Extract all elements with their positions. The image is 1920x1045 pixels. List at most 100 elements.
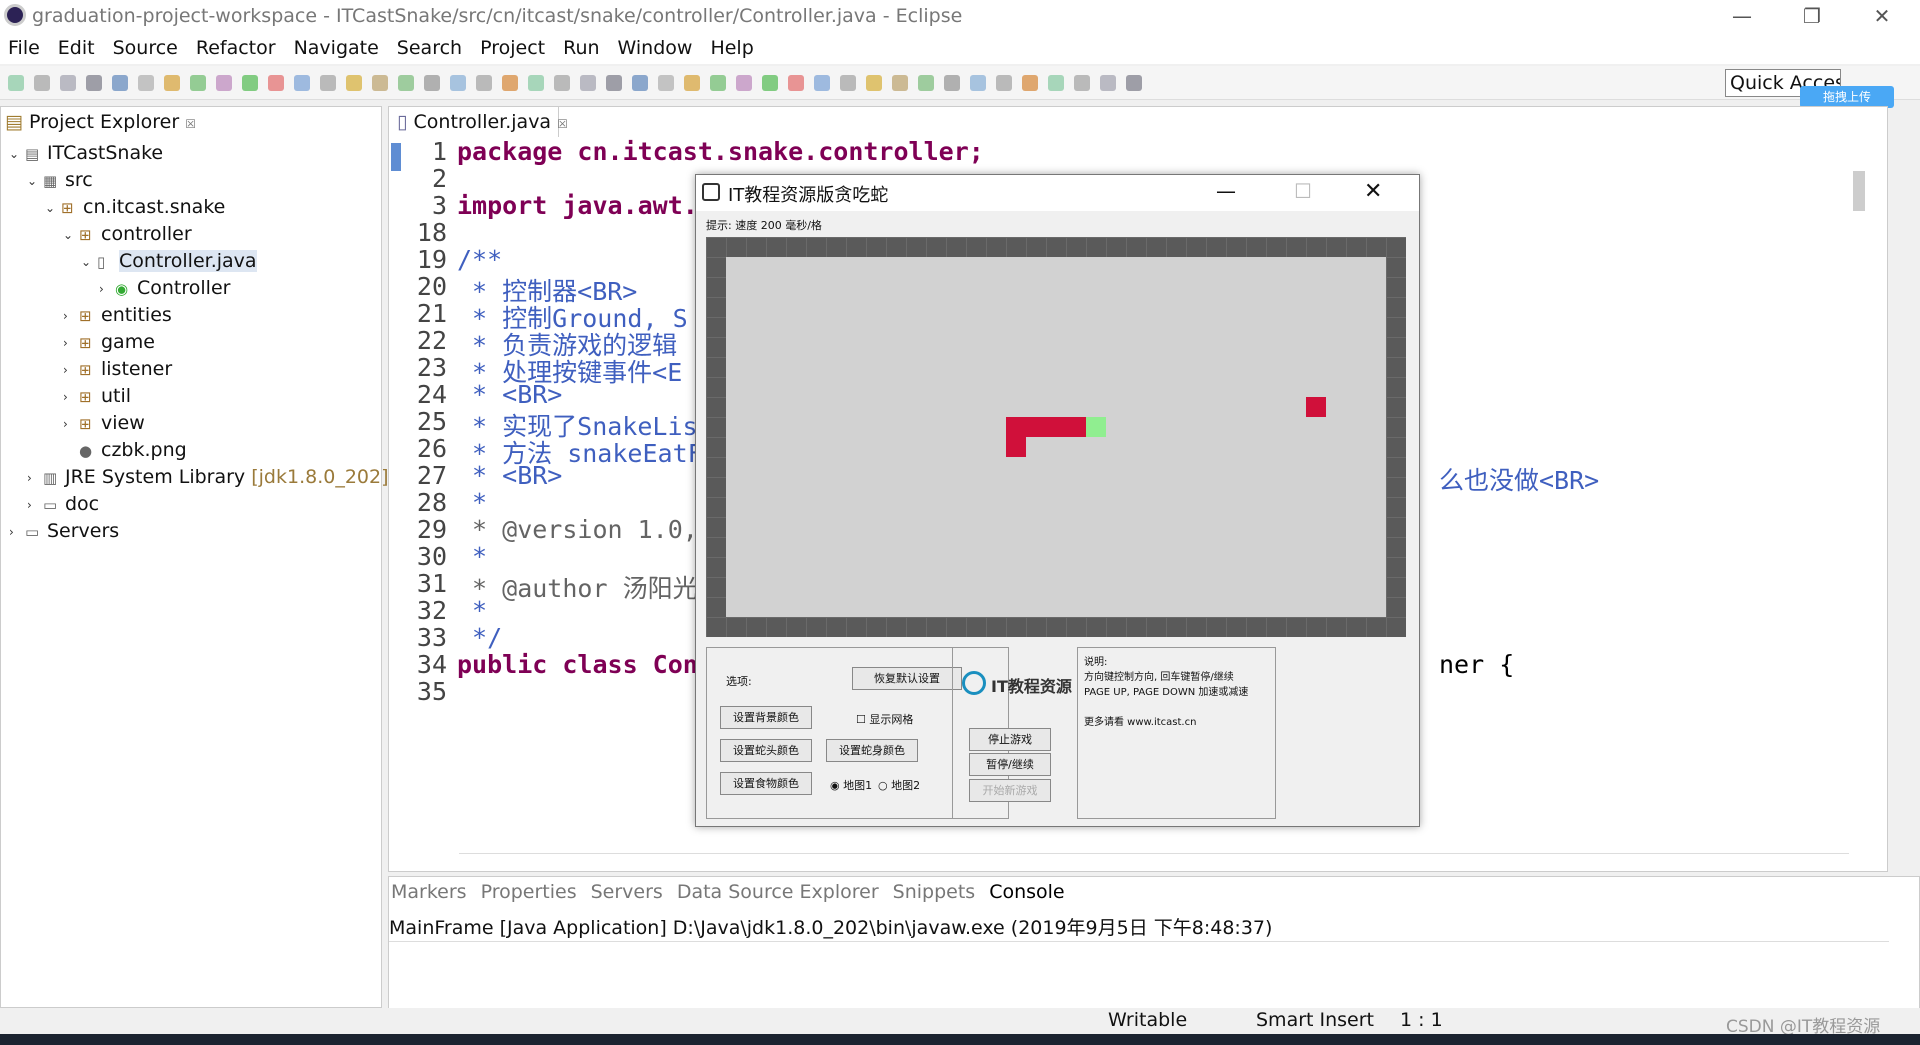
tab-data-source-explorer[interactable]: Data Source Explorer	[677, 881, 879, 903]
close-icon[interactable]: ☒	[185, 117, 196, 131]
pause-continue-button[interactable]: 暂停/继续	[969, 753, 1051, 776]
expand-arrow-icon[interactable]: ⌄	[45, 201, 55, 215]
toolbar-button-icon[interactable]	[970, 75, 986, 91]
toolbar-button-icon[interactable]	[944, 75, 960, 91]
expand-arrow-icon[interactable]: ›	[9, 525, 14, 539]
toolbar-button-icon[interactable]	[736, 75, 752, 91]
food-color-button[interactable]: 设置食物颜色	[720, 772, 812, 795]
expand-arrow-icon[interactable]: ⌄	[81, 255, 91, 269]
toolbar-button-icon[interactable]	[606, 75, 622, 91]
expand-arrow-icon[interactable]: ⌄	[63, 228, 73, 242]
toolbar-button-icon[interactable]	[294, 75, 310, 91]
toolbar-button-icon[interactable]	[34, 75, 50, 91]
toolbar-button-icon[interactable]	[996, 75, 1012, 91]
menu-navigate[interactable]: Navigate	[294, 37, 379, 59]
toolbar-button-icon[interactable]	[450, 75, 466, 91]
expand-arrow-icon[interactable]: ›	[63, 363, 68, 377]
tree-item[interactable]: › ⊞ view	[1, 411, 381, 438]
toolbar-button-icon[interactable]	[424, 75, 440, 91]
toolbar-button-icon[interactable]	[138, 75, 154, 91]
close-icon[interactable]: ☒	[557, 117, 568, 131]
close-button[interactable]: ✕	[1862, 4, 1902, 28]
bg-color-button[interactable]: 设置背景颜色	[720, 706, 812, 729]
toolbar-button-icon[interactable]	[866, 75, 882, 91]
toolbar-button-icon[interactable]	[1048, 75, 1064, 91]
maximize-button[interactable]: ❐	[1792, 4, 1832, 28]
tab-markers[interactable]: Markers	[391, 881, 467, 903]
expand-arrow-icon[interactable]: ›	[63, 390, 68, 404]
toolbar-button-icon[interactable]	[242, 75, 258, 91]
new-game-button[interactable]: 开始新游戏	[969, 779, 1051, 802]
minimize-button[interactable]: —	[1722, 4, 1762, 28]
toolbar-button-icon[interactable]	[216, 75, 232, 91]
toolbar-button-icon[interactable]	[502, 75, 518, 91]
map2-radio[interactable]: ○ 地图2	[878, 777, 920, 793]
toolbar-button-icon[interactable]	[190, 75, 206, 91]
horizontal-scrollbar[interactable]	[459, 853, 1849, 871]
menu-window[interactable]: Window	[618, 37, 693, 59]
tab-project-explorer[interactable]: ▤ Project Explorer ☒	[5, 111, 196, 133]
menu-refactor[interactable]: Refactor	[196, 37, 276, 59]
expand-arrow-icon[interactable]: ›	[63, 336, 68, 350]
tree-item[interactable]: › ⊞ game	[1, 330, 381, 357]
tree-item[interactable]: ⌄ ⊞ cn.itcast.snake	[1, 195, 381, 222]
toolbar-button-icon[interactable]	[8, 75, 24, 91]
expand-arrow-icon[interactable]: ›	[63, 309, 68, 323]
toolbar-button-icon[interactable]	[918, 75, 934, 91]
tree-item[interactable]: › ▭ doc	[1, 492, 381, 519]
tree-item[interactable]: › ▥ JRE System Library [jdk1.8.0_202]	[1, 465, 389, 492]
tree-item[interactable]: ⌄ ▤ ITCastSnake	[1, 141, 381, 168]
toolbar-button-icon[interactable]	[60, 75, 76, 91]
toolbar-button-icon[interactable]	[1022, 75, 1038, 91]
tree-item[interactable]: › ◉ Controller	[1, 276, 381, 303]
menu-search[interactable]: Search	[397, 37, 462, 59]
toolbar-button-icon[interactable]	[788, 75, 804, 91]
body-color-button[interactable]: 设置蛇身颜色	[826, 739, 918, 762]
toolbar-button-icon[interactable]	[1074, 75, 1090, 91]
expand-arrow-icon[interactable]: ›	[27, 498, 32, 512]
restore-defaults-button[interactable]: 恢复默认设置	[852, 667, 962, 690]
toolbar-button-icon[interactable]	[398, 75, 414, 91]
map1-radio[interactable]: ◉ 地图1	[830, 777, 872, 793]
toolbar-button-icon[interactable]	[554, 75, 570, 91]
tree-item[interactable]: ⌄ ⊞ controller	[1, 222, 381, 249]
toolbar-button-icon[interactable]	[86, 75, 102, 91]
menu-source[interactable]: Source	[113, 37, 178, 59]
tab-controller-java[interactable]: ▯ Controller.java ☒	[389, 107, 568, 137]
expand-arrow-icon[interactable]: ⌄	[9, 147, 19, 161]
console-output[interactable]	[389, 941, 1889, 1007]
tree-item[interactable]: › ▭ Servers	[1, 519, 381, 546]
game-maximize-button[interactable]: ☐	[1294, 179, 1312, 203]
toolbar-button-icon[interactable]	[268, 75, 284, 91]
tab-servers[interactable]: Servers	[591, 881, 663, 903]
upload-badge[interactable]: 拖拽上传	[1800, 86, 1894, 108]
show-grid-checkbox[interactable]: ☐ 显示网格	[856, 711, 913, 727]
toolbar-button-icon[interactable]	[814, 75, 830, 91]
toolbar-button-icon[interactable]	[892, 75, 908, 91]
tree-item[interactable]: ⌄ ▦ src	[1, 168, 381, 195]
tree-item[interactable]: › ⊞ util	[1, 384, 381, 411]
tab-snippets[interactable]: Snippets	[893, 881, 976, 903]
toolbar-button-icon[interactable]	[320, 75, 336, 91]
toolbar-button-icon[interactable]	[164, 75, 180, 91]
menu-run[interactable]: Run	[563, 37, 599, 59]
toolbar-button-icon[interactable]	[710, 75, 726, 91]
toolbar-button-icon[interactable]	[684, 75, 700, 91]
head-color-button[interactable]: 设置蛇头颜色	[720, 739, 812, 762]
game-board[interactable]	[706, 237, 1406, 637]
tab-properties[interactable]: Properties	[481, 881, 577, 903]
menu-file[interactable]: File	[8, 37, 40, 59]
game-minimize-button[interactable]: —	[1216, 179, 1236, 203]
toolbar-button-icon[interactable]	[840, 75, 856, 91]
toolbar-button-icon[interactable]	[1100, 75, 1116, 91]
toolbar-button-icon[interactable]	[658, 75, 674, 91]
tree-item[interactable]: › ⊞ entities	[1, 303, 381, 330]
scroll-thumb[interactable]	[1853, 171, 1865, 211]
toolbar-button-icon[interactable]	[346, 75, 362, 91]
tree-item[interactable]: ● czbk.png	[1, 438, 381, 465]
tab-console[interactable]: Console	[989, 881, 1065, 903]
expand-arrow-icon[interactable]: ›	[63, 417, 68, 431]
expand-arrow-icon[interactable]: ›	[99, 282, 104, 296]
tree-item[interactable]: › ⊞ listener	[1, 357, 381, 384]
stop-game-button[interactable]: 停止游戏	[969, 728, 1051, 751]
